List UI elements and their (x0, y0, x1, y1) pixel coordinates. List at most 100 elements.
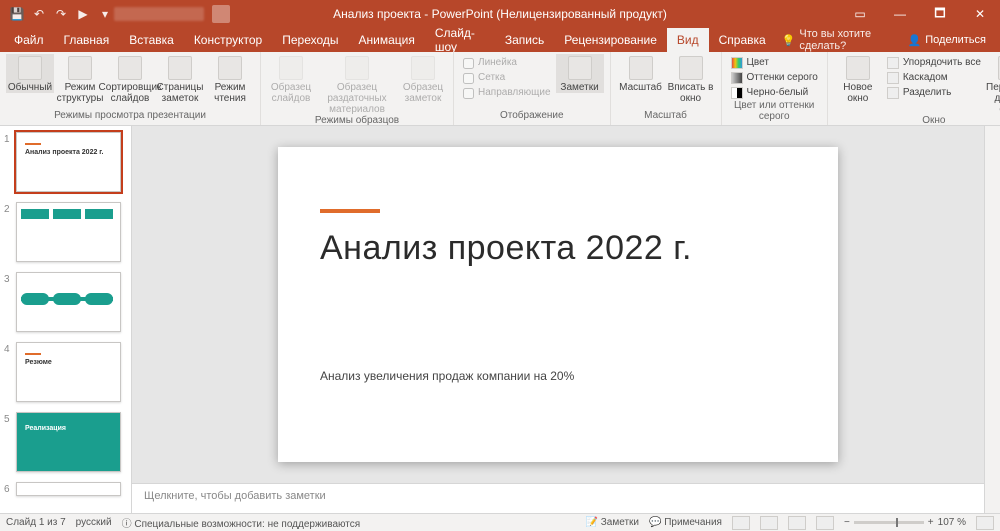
reading-view-icon (218, 56, 242, 80)
black-white-button[interactable]: Черно-белый (728, 86, 821, 100)
status-comments-button[interactable]: 💬 Примечания (649, 517, 722, 528)
group-presentation-views: Обычный Режим структуры Сортировщик слай… (0, 52, 261, 125)
move-split-button[interactable]: Разделить (884, 86, 984, 100)
tab-slideshow[interactable]: Слайд-шоу (425, 28, 495, 52)
switch-windows-button[interactable]: Перейти в другое окно (986, 54, 1000, 115)
current-slide[interactable]: Анализ проекта 2022 г. Анализ увеличения… (278, 147, 838, 462)
slide-thumbnail-4[interactable]: Резюме (16, 342, 121, 402)
zoom-in-icon[interactable]: + (928, 517, 934, 528)
tab-transitions[interactable]: Переходы (272, 28, 348, 52)
tab-file[interactable]: Файл (4, 28, 54, 52)
slide-thumbnail-3[interactable] (16, 272, 121, 332)
ruler-checkbox: Линейка (460, 56, 554, 70)
view-slideshow-icon[interactable] (816, 516, 834, 530)
slide-thumbnail-1[interactable]: Анализ проекта 2022 г. (16, 132, 121, 192)
zoom-button[interactable]: Масштаб (617, 54, 665, 93)
maximize-icon[interactable]: 🗖 (920, 0, 960, 28)
user-avatar (212, 5, 230, 23)
close-icon[interactable]: ✕ (960, 0, 1000, 28)
tab-view[interactable]: Вид (667, 28, 709, 52)
fit-window-button[interactable]: Вписать в окно (667, 54, 715, 104)
thumb-row[interactable]: 5 Реализация (4, 412, 121, 472)
tab-home[interactable]: Главная (54, 28, 120, 52)
share-button[interactable]: 👤 Поделиться (894, 28, 1000, 52)
view-notes-page-button[interactable]: Страницы заметок (156, 54, 204, 104)
normal-view-icon (18, 56, 42, 80)
outline-view-icon (68, 56, 92, 80)
zoom-percent[interactable]: 107 % (938, 517, 966, 528)
group-window: Новое окно Упорядочить все Каскадом Разд… (828, 52, 1000, 125)
view-reading-button[interactable]: Режим чтения (206, 54, 254, 104)
notes-master-icon (411, 56, 435, 80)
slide-thumbnail-6[interactable] (16, 482, 121, 496)
window-title: Анализ проекта - PowerPoint (Нелицензиро… (333, 7, 667, 21)
language-indicator[interactable]: русский (76, 517, 112, 528)
tab-record[interactable]: Запись (495, 28, 554, 52)
ribbon-options-icon[interactable]: ▭ (840, 0, 880, 28)
thumb-row[interactable]: 6 (4, 482, 121, 496)
view-normal-button[interactable]: Обычный (6, 54, 54, 93)
new-window-button[interactable]: Новое окно (834, 54, 882, 104)
cascade-icon (887, 72, 899, 84)
color-button[interactable]: Цвет (728, 56, 821, 70)
thumb-row[interactable]: 3 (4, 272, 121, 332)
thumb-row[interactable]: 4 Резюме (4, 342, 121, 402)
notes-page-icon (168, 56, 192, 80)
slide-title[interactable]: Анализ проекта 2022 г. (320, 229, 692, 268)
view-reading-icon[interactable] (788, 516, 806, 530)
guides-checkbox: Направляющие (460, 86, 554, 100)
tab-animations[interactable]: Анимация (349, 28, 425, 52)
tell-me-label: Что вы хотите сделать? (799, 28, 893, 52)
accessibility-status[interactable]: ⓘ Специальные возможности: не поддержива… (122, 515, 361, 530)
qat-more-icon[interactable]: ▾ (96, 5, 114, 23)
start-show-icon[interactable]: ▶ (74, 5, 92, 23)
slide-canvas[interactable]: Анализ проекта 2022 г. Анализ увеличения… (132, 126, 984, 483)
tab-design[interactable]: Конструктор (184, 28, 272, 52)
status-notes-button[interactable]: 📝 Заметки (586, 517, 639, 528)
save-icon[interactable]: 💾 (8, 5, 26, 23)
tell-me[interactable]: 💡 Что вы хотите сделать? (782, 28, 894, 52)
cascade-button[interactable]: Каскадом (884, 71, 984, 85)
group-color-grayscale: Цвет Оттенки серого Черно-белый Цвет или… (722, 52, 828, 125)
view-sorter-icon[interactable] (760, 516, 778, 530)
fit-to-window-icon[interactable] (976, 516, 994, 530)
tab-insert[interactable]: Вставка (119, 28, 184, 52)
notes-placeholder: Щелкните, чтобы добавить заметки (144, 490, 326, 502)
main-area: 1 Анализ проекта 2022 г. 2 3 4 (0, 126, 1000, 513)
group-show: Линейка Сетка Направляющие Заметки Отобр… (454, 52, 611, 125)
slide-thumbnail-5[interactable]: Реализация (16, 412, 121, 472)
split-icon (887, 87, 899, 99)
slide-subtitle[interactable]: Анализ увеличения продаж компании на 20% (320, 369, 574, 383)
tab-review[interactable]: Рецензирование (554, 28, 667, 52)
redo-icon[interactable]: ↷ (52, 5, 70, 23)
gridlines-checkbox: Сетка (460, 71, 554, 85)
zoom-control[interactable]: − + 107 % (844, 517, 966, 528)
thumb-row[interactable]: 1 Анализ проекта 2022 г. (4, 132, 121, 192)
vertical-scrollbar[interactable] (984, 126, 1000, 513)
titlebar: 💾 ↶ ↷ ▶ ▾ Анализ проекта - PowerPoint (Н… (0, 0, 1000, 28)
group-label: Режимы просмотра презентации (6, 110, 254, 123)
notes-pane[interactable]: Щелкните, чтобы добавить заметки (132, 483, 984, 513)
thumb-row[interactable]: 2 (4, 202, 121, 262)
arrange-all-button[interactable]: Упорядочить все (884, 56, 984, 70)
slide-thumbnails-panel[interactable]: 1 Анализ проекта 2022 г. 2 3 4 (0, 126, 132, 513)
group-master-views: Образец слайдов Образец раздаточных мате… (261, 52, 454, 125)
ribbon-tabs: Файл Главная Вставка Конструктор Переход… (0, 28, 1000, 52)
account-area[interactable] (114, 5, 230, 23)
zoom-out-icon[interactable]: − (844, 517, 850, 528)
zoom-slider[interactable] (854, 521, 924, 524)
tab-help[interactable]: Справка (709, 28, 776, 52)
zoom-icon (629, 56, 653, 80)
view-sorter-button[interactable]: Сортировщик слайдов (106, 54, 154, 104)
view-outline-button[interactable]: Режим структуры (56, 54, 104, 104)
fit-window-icon (679, 56, 703, 80)
grayscale-icon (731, 72, 743, 84)
view-normal-icon[interactable] (732, 516, 750, 530)
share-icon: 👤 (908, 34, 922, 47)
slide-counter[interactable]: Слайд 1 из 7 (6, 517, 66, 528)
grayscale-button[interactable]: Оттенки серого (728, 71, 821, 85)
notes-pane-button[interactable]: Заметки (556, 54, 604, 93)
undo-icon[interactable]: ↶ (30, 5, 48, 23)
slide-thumbnail-2[interactable] (16, 202, 121, 262)
minimize-icon[interactable]: — (880, 0, 920, 28)
